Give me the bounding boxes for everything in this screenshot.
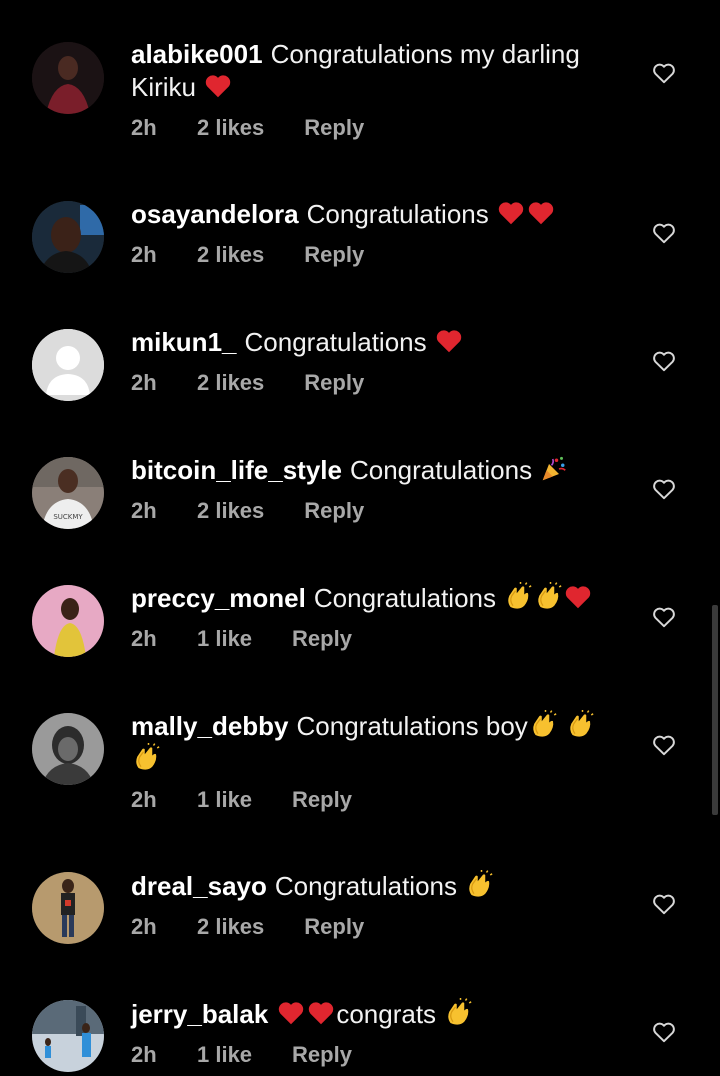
comment-body: preccy_monel Congratulations 2h 1 like Repl… xyxy=(131,582,631,653)
reply-button[interactable]: Reply xyxy=(304,369,364,397)
comment-text: mikun1_ Congratulations xyxy=(131,326,631,359)
comment-username[interactable]: osayandelora xyxy=(131,199,299,229)
comment-username[interactable]: bitcoin_life_style xyxy=(131,455,342,485)
comment-time: 2h xyxy=(131,914,157,939)
comment-text: bitcoin_life_style Congratulations xyxy=(131,454,631,487)
comment-meta: 2h 1 like Reply xyxy=(131,1041,631,1069)
comment-username[interactable]: jerry_balak xyxy=(131,999,268,1029)
comment-likes[interactable]: 2 likes xyxy=(197,913,264,941)
reply-button[interactable]: Reply xyxy=(304,241,364,269)
comment-likes[interactable]: 1 like xyxy=(197,786,252,814)
party-popper-emoji xyxy=(539,454,569,484)
comment-username[interactable]: dreal_sayo xyxy=(131,871,267,901)
comment-username[interactable]: mikun1_ xyxy=(131,327,237,357)
comment-message: Congratulations xyxy=(349,455,533,485)
comment-time: 2h xyxy=(131,626,157,651)
reply-button[interactable]: Reply xyxy=(292,625,352,653)
red-heart-emoji xyxy=(203,71,233,101)
comment-text: dreal_sayo Congratulations xyxy=(131,870,631,903)
avatar[interactable] xyxy=(32,713,104,785)
comment-message: Congratulations xyxy=(244,327,427,357)
comment-meta: 2h 2 likes Reply xyxy=(131,114,631,142)
comment-meta: 2h 2 likes Reply xyxy=(131,913,631,941)
comment-body: dreal_sayo Congratulations 2h 2 likes Reply xyxy=(131,870,631,941)
avatar[interactable] xyxy=(32,585,104,657)
comment-message: congrats xyxy=(336,999,437,1029)
comment-likes[interactable]: 2 likes xyxy=(197,369,264,397)
comment-body: mally_debby Congratulations boy 2h 1 like R… xyxy=(131,710,631,814)
like-heart-icon[interactable] xyxy=(651,891,677,917)
comment-time: 2h xyxy=(131,370,157,395)
like-heart-icon[interactable] xyxy=(651,476,677,502)
comment-body: jerry_balak congrats 2h 1 like Reply xyxy=(131,998,631,1069)
comment-username[interactable]: preccy_monel xyxy=(131,583,306,613)
comment-likes[interactable]: 1 like xyxy=(197,625,252,653)
scrollbar-thumb[interactable] xyxy=(712,605,718,815)
clapping-hands-emoji xyxy=(533,582,563,612)
comment-time: 2h xyxy=(131,242,157,267)
red-heart-emoji xyxy=(434,326,464,356)
red-heart-emoji xyxy=(526,198,556,228)
like-heart-icon[interactable] xyxy=(651,60,677,86)
like-heart-icon[interactable] xyxy=(651,348,677,374)
comment-time: 2h xyxy=(131,115,157,140)
comment-body: bitcoin_life_style Congratulations 2h 2 li… xyxy=(131,454,631,525)
comment-body: osayandelora Congratulations 2h 2 likes Rep… xyxy=(131,198,631,269)
like-heart-icon[interactable] xyxy=(651,732,677,758)
clapping-hands-emoji xyxy=(464,870,494,900)
comment-message: Congratulations xyxy=(306,199,489,229)
comment-text: mally_debby Congratulations boy xyxy=(131,710,631,776)
comment-body: mikun1_ Congratulations 2h 2 likes Reply xyxy=(131,326,631,397)
comment-likes[interactable]: 2 likes xyxy=(197,241,264,269)
comment-body: alabike001 Congratulations my darling Kir… xyxy=(131,38,631,142)
svg-text:SUCKMY: SUCKMY xyxy=(53,513,83,521)
comment-likes[interactable]: 2 likes xyxy=(197,497,264,525)
avatar[interactable] xyxy=(32,201,104,273)
reply-button[interactable]: Reply xyxy=(304,497,364,525)
comment-text: alabike001 Congratulations my darling Kir… xyxy=(131,38,631,104)
like-heart-icon[interactable] xyxy=(651,220,677,246)
clapping-hands-emoji xyxy=(565,710,595,740)
comment-text: preccy_monel Congratulations xyxy=(131,582,631,615)
comment-likes[interactable]: 2 likes xyxy=(197,114,264,142)
red-heart-emoji xyxy=(563,582,593,612)
reply-button[interactable]: Reply xyxy=(292,1041,352,1069)
reply-button[interactable]: Reply xyxy=(304,114,364,142)
avatar[interactable]: SUCKMY xyxy=(32,457,104,529)
comment-likes[interactable]: 1 like xyxy=(197,1041,252,1069)
comment-meta: 2h 1 like Reply xyxy=(131,625,631,653)
comment-message: Congratulations xyxy=(274,871,457,901)
red-heart-emoji xyxy=(276,998,306,1028)
clapping-hands-emoji xyxy=(503,582,533,612)
comment-time: 2h xyxy=(131,787,157,812)
comment-time: 2h xyxy=(131,1042,157,1067)
comment-meta: 2h 1 like Reply xyxy=(131,786,631,814)
red-heart-emoji xyxy=(306,998,336,1028)
reply-button[interactable]: Reply xyxy=(292,786,352,814)
comment-time: 2h xyxy=(131,498,157,523)
clapping-hands-emoji xyxy=(443,998,473,1028)
red-heart-emoji xyxy=(496,198,526,228)
avatar[interactable] xyxy=(32,329,104,401)
reply-button[interactable]: Reply xyxy=(304,913,364,941)
clapping-hands-emoji xyxy=(131,743,161,773)
comment-meta: 2h 2 likes Reply xyxy=(131,241,631,269)
like-heart-icon[interactable] xyxy=(651,1019,677,1045)
comment-meta: 2h 2 likes Reply xyxy=(131,369,631,397)
comment-message: Congratulations xyxy=(313,583,496,613)
comment-meta: 2h 2 likes Reply xyxy=(131,497,631,525)
comment-text: jerry_balak congrats xyxy=(131,998,631,1031)
comment-username[interactable]: mally_debby xyxy=(131,711,289,741)
like-heart-icon[interactable] xyxy=(651,604,677,630)
comment-username[interactable]: alabike001 xyxy=(131,39,263,69)
comment-text: osayandelora Congratulations xyxy=(131,198,631,231)
clapping-hands-emoji xyxy=(528,710,558,740)
avatar[interactable] xyxy=(32,42,104,114)
comment-message: Congratulations boy xyxy=(296,711,528,741)
avatar[interactable] xyxy=(32,872,104,944)
avatar[interactable] xyxy=(32,1000,104,1072)
